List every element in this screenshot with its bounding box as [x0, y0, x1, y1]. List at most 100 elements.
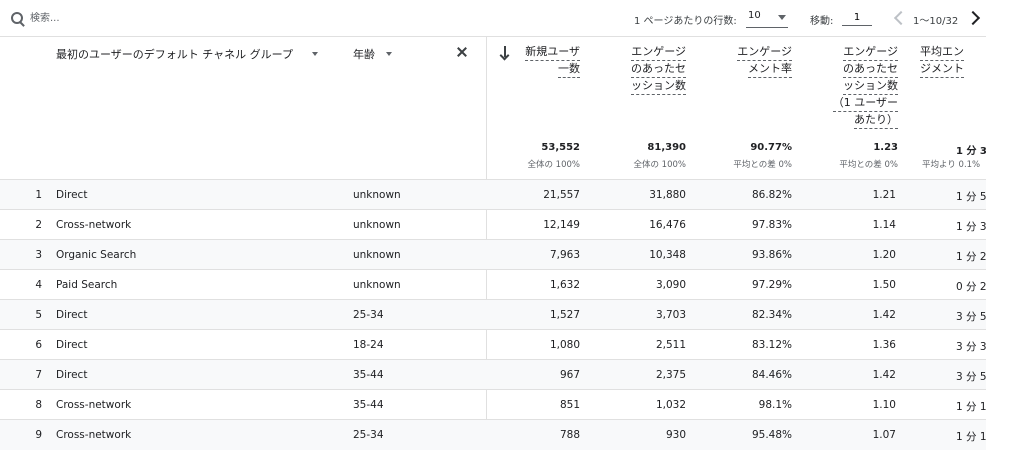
cell-new-users: 851: [559, 399, 580, 411]
cell-age: 25-34: [353, 309, 384, 321]
cell-engaged-per-user: 1.50: [872, 279, 896, 291]
row-index: 1: [35, 189, 42, 201]
cell-engagement-rate: 98.1%: [758, 399, 792, 411]
search-icon[interactable]: [11, 12, 23, 24]
total-avg-engagement-time-sub: 平均より 0.1%: [922, 160, 981, 170]
cell-new-users: 967: [559, 369, 580, 381]
total-engaged-per-user-sub: 平均との差 0%: [839, 160, 898, 170]
rows-per-page-select[interactable]: 10: [746, 9, 788, 28]
total-engagement-rate: 90.77%: [750, 142, 792, 153]
metric-header-engagement-rate[interactable]: エンゲージ メント率: [712, 44, 792, 78]
cell-channel: Cross-network: [56, 429, 132, 441]
dimension-header-age[interactable]: 年齢: [353, 46, 375, 62]
table-row[interactable]: 7 Direct 35-44 967 2,375 84.46% 1.42 3 分 5: [0, 359, 987, 390]
cell-engagement-rate: 93.86%: [751, 249, 792, 261]
row-index: 2: [35, 219, 42, 231]
cell-engagement-rate: 83.12%: [751, 339, 792, 351]
close-icon[interactable]: [456, 46, 468, 58]
row-index: 8: [35, 399, 42, 411]
metric-header-engaged-per-user[interactable]: エンゲージ のあったセ ッション数 （1 ユーザー あたり）: [806, 44, 898, 129]
cell-engagement-rate: 84.46%: [751, 369, 792, 381]
cell-channel: Cross-network: [56, 219, 132, 231]
cell-engagement-rate: 95.48%: [751, 429, 792, 441]
cell-engaged-per-user: 1.36: [872, 339, 896, 351]
cell-age: unknown: [353, 219, 401, 231]
cell-engaged-per-user: 1.14: [872, 219, 896, 231]
cell-engagement-rate: 97.83%: [751, 219, 792, 231]
table-row[interactable]: 3 Organic Search unknown 7,963 10,348 93.86% 1…: [0, 239, 987, 270]
cell-age: unknown: [353, 189, 401, 201]
row-index: 3: [35, 249, 42, 261]
cell-engaged-sessions: 3,090: [655, 279, 686, 291]
cell-channel: Organic Search: [56, 249, 137, 261]
cell-engaged-per-user: 1.21: [872, 189, 896, 201]
row-index: 6: [35, 339, 42, 351]
table-toolbar: 1 ページあたりの行数: 10 移動: 1〜10/32: [0, 0, 1012, 37]
cell-channel: Cross-network: [56, 399, 132, 411]
cell-avg-engagement-time: 1 分 5: [956, 191, 987, 203]
cell-age: unknown: [353, 279, 401, 291]
row-index: 4: [35, 279, 42, 291]
cell-channel: Direct: [56, 189, 88, 201]
cell-engaged-sessions: 16,476: [649, 219, 686, 231]
next-page-button[interactable]: [965, 10, 982, 26]
chevron-left-icon: [893, 10, 909, 26]
table-row[interactable]: 9 Cross-network 25-34 788 930 95.48% 1.07 1 分 1: [0, 419, 987, 450]
chevron-right-icon: [965, 10, 981, 26]
cell-age: 25-34: [353, 429, 384, 441]
cell-engaged-per-user: 1.10: [872, 399, 896, 411]
cell-avg-engagement-time: 3 分 5: [956, 371, 987, 383]
cell-new-users: 1,527: [549, 309, 580, 321]
cell-engagement-rate: 86.82%: [751, 189, 792, 201]
total-new-users: 53,552: [541, 142, 580, 153]
cell-channel: Direct: [56, 309, 88, 321]
cell-engaged-sessions: 1,032: [655, 399, 686, 411]
total-new-users-sub: 全体の 100%: [527, 160, 580, 170]
goto-label: 移動:: [810, 16, 834, 27]
cell-engagement-rate: 97.29%: [751, 279, 792, 291]
cell-avg-engagement-time: 3 分 3: [956, 341, 987, 353]
total-avg-engagement-time: 1 分 3: [956, 146, 987, 157]
table-row[interactable]: 6 Direct 18-24 1,080 2,511 83.12% 1.36 3 分 3: [0, 329, 987, 360]
rows-per-page-value: 10: [748, 10, 761, 21]
total-engagement-rate-sub: 平均との差 0%: [733, 160, 792, 170]
goto-page-input[interactable]: [842, 9, 872, 26]
metric-header-new-users[interactable]: 新規ユーザ 一数: [500, 44, 580, 78]
cell-engaged-sessions: 10,348: [649, 249, 686, 261]
cell-channel: Direct: [56, 339, 88, 351]
cell-engaged-per-user: 1.42: [872, 309, 896, 321]
table-row[interactable]: 4 Paid Search unknown 1,632 3,090 97.29% 1.50 0…: [0, 269, 987, 300]
cell-avg-engagement-time: 3 分 5: [956, 311, 987, 323]
cell-engaged-per-user: 1.07: [872, 429, 896, 441]
cell-engaged-per-user: 1.20: [872, 249, 896, 261]
cell-channel: Paid Search: [56, 279, 118, 291]
table-row[interactable]: 2 Cross-network unknown 12,149 16,476 97.83% 1…: [0, 209, 987, 240]
cell-new-users: 7,963: [549, 249, 580, 261]
cell-avg-engagement-time: 1 分 2: [956, 251, 987, 263]
table-row[interactable]: 5 Direct 25-34 1,527 3,703 82.34% 1.42 3 分 5: [0, 299, 987, 330]
cell-avg-engagement-time: 1 分 1: [956, 431, 987, 443]
row-index: 5: [35, 309, 42, 321]
cell-engaged-sessions: 3,703: [655, 309, 686, 321]
metric-header-engaged-sessions[interactable]: エンゲージ のあったセ ッション数: [606, 44, 686, 95]
page-range: 1〜10/32: [913, 16, 959, 27]
table-row[interactable]: 8 Cross-network 35-44 851 1,032 98.1% 1.10 1 分 …: [0, 389, 987, 420]
cell-new-users: 21,557: [543, 189, 580, 201]
scroll-gutter: [986, 36, 1012, 446]
dimension-header-channel[interactable]: 最初のユーザーのデフォルト チャネル グループ: [56, 46, 293, 62]
channel-dropdown-icon[interactable]: [312, 52, 318, 56]
row-index: 9: [35, 429, 42, 441]
cell-age: 35-44: [353, 369, 384, 381]
table-row[interactable]: 1 Direct unknown 21,557 31,880 86.82% 1.21 1 分 …: [0, 179, 987, 210]
chevron-down-icon: [778, 15, 786, 20]
cell-new-users: 1,080: [549, 339, 580, 351]
cell-avg-engagement-time: 0 分 2: [956, 281, 987, 293]
age-dropdown-icon[interactable]: [386, 52, 392, 56]
cell-avg-engagement-time: 1 分 3: [956, 221, 987, 233]
cell-avg-engagement-time: 1 分 1: [956, 401, 987, 413]
cell-new-users: 12,149: [543, 219, 580, 231]
row-index: 7: [35, 369, 42, 381]
cell-age: 35-44: [353, 399, 384, 411]
search-input[interactable]: [30, 9, 280, 27]
prev-page-button[interactable]: [892, 10, 909, 26]
